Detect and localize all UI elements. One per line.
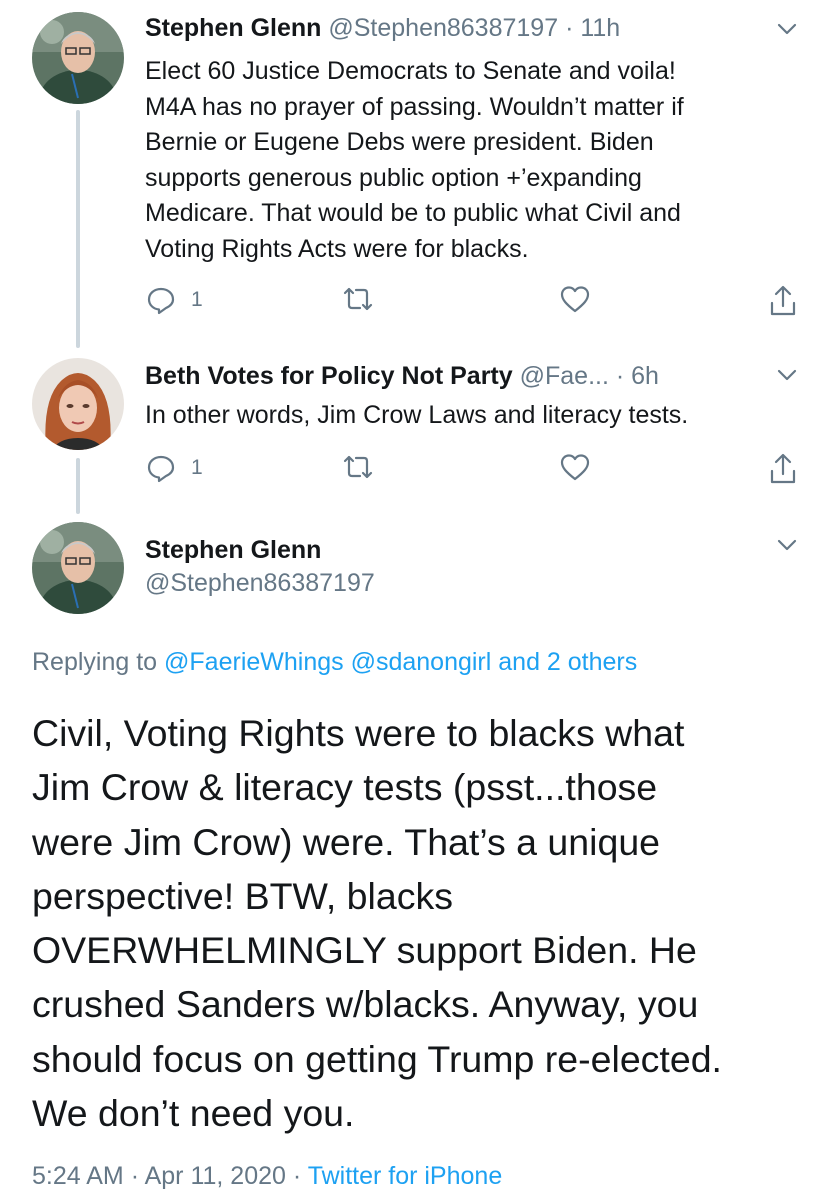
reply-count: 1 [191,456,203,479]
separator: · [565,14,574,42]
reply-icon [145,284,177,316]
timestamp[interactable]: 11h [580,14,620,42]
tweet-text-line: Bernie or Eugene Debs were president. Bi… [145,128,654,156]
like-button[interactable] [559,452,591,482]
tweet-header: Stephen Glenn @Stephen86387197 [145,536,375,598]
post-date: Apr 11, 2020 [144,1162,286,1190]
tweet-text-line: In other words, Jim Crow Laws and litera… [145,401,689,429]
chevron-down-icon[interactable] [774,532,800,558]
like-icon [559,284,591,314]
separator: · [292,1162,302,1190]
reply-button[interactable]: 1 [145,284,203,316]
share-button[interactable] [767,452,799,486]
timestamp[interactable]: 6h [631,362,659,390]
separator: · [615,362,625,390]
source-link[interactable]: Twitter for iPhone [308,1162,503,1190]
replying-to-users-link[interactable]: @FaerieWhings @sdanongirl and 2 others [164,648,637,676]
main-tweet-text-line: perspective! BTW, blacks [32,874,453,917]
display-name[interactable]: Stephen Glenn [145,536,375,565]
tweet-text-line: M4A has no prayer of passing. Wouldn’t m… [145,92,684,121]
tweet-stephen-1[interactable]: Stephen Glenn @Stephen86387197 · 11h Ele… [0,12,830,342]
retweet-icon [341,452,375,482]
retweet-icon [341,284,375,314]
display-name[interactable]: Stephen Glenn [145,14,321,42]
tweet-actions: 1 [145,452,805,492]
avatar[interactable] [32,12,124,104]
main-tweet-text-line: were Jim Crow) were. That’s a unique [32,820,661,863]
tweet-beth[interactable]: Beth Votes for Policy Not Party @Fae... … [0,358,830,508]
main-tweet-text-line: OVERWHELMINGLY support Biden. He [32,929,697,972]
tweet-text: In other words, Jim Crow Laws and litera… [145,398,795,434]
avatar[interactable] [32,522,124,614]
replying-to: Replying to @FaerieWhings @sdanongirl an… [32,648,637,677]
chevron-down-icon[interactable] [774,362,800,388]
tweet-header: Stephen Glenn @Stephen86387197 · 11h [145,14,620,43]
main-tweet-text: Civil, Voting Rights were to blacks what… [32,706,812,1140]
user-handle[interactable]: @Stephen86387197 [145,569,375,598]
tweet-footer: 5:24 AM · Apr 11, 2020 · Twitter for iPh… [32,1162,502,1191]
display-name[interactable]: Beth Votes for Policy Not Party [145,362,513,390]
tweet-header: Beth Votes for Policy Not Party @Fae... … [145,362,659,391]
user-handle[interactable]: @Stephen86387197 [328,14,558,42]
retweet-button[interactable] [341,284,375,314]
reply-button[interactable]: 1 [145,452,203,484]
like-button[interactable] [559,284,591,314]
main-tweet-text-line: Civil, Voting Rights were to blacks what [32,712,685,754]
user-handle[interactable]: @Fae... [520,362,609,390]
retweet-button[interactable] [341,452,375,482]
reply-icon [145,452,177,484]
tweet-text-line: supports generous public option +’expand… [145,163,642,192]
chevron-down-icon[interactable] [774,16,800,42]
replying-to-prefix: Replying to [32,648,158,676]
tweet-text-line: Voting Rights Acts were for blacks. [145,234,529,263]
tweet-text: Elect 60 Justice Democrats to Senate and… [145,54,795,267]
avatar[interactable] [32,358,124,450]
post-time: 5:24 AM [32,1162,124,1190]
share-icon [767,284,799,318]
like-icon [559,452,591,482]
share-icon [767,452,799,486]
separator: · [130,1162,140,1190]
main-tweet-text-line: Jim Crow & literacy tests (psst...those [32,766,658,809]
share-button[interactable] [767,284,799,318]
reply-count: 1 [191,288,203,311]
tweet-text-line: Elect 60 Justice Democrats to Senate and… [145,57,676,85]
main-tweet-text-line: We don’t need you. [32,1092,355,1135]
tweet-text-line: Medicare. That would be to public what C… [145,199,681,227]
main-tweet-text-line: crushed Sanders w/blacks. Anyway, you [32,983,699,1026]
main-tweet-text-line: should focus on getting Trump re-elected… [32,1037,722,1080]
tweet-actions: 1 [145,284,805,324]
